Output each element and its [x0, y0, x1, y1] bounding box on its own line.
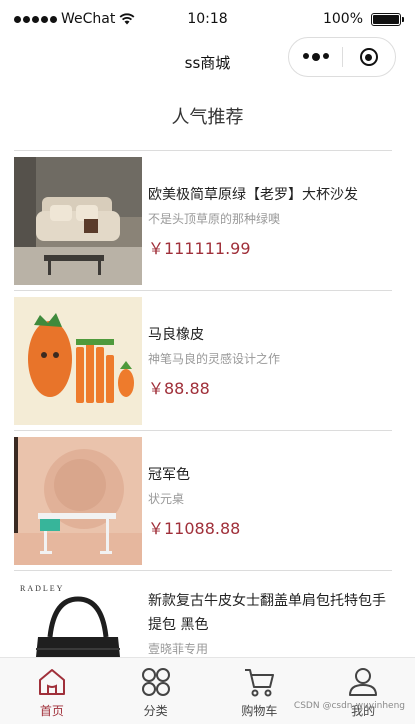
tab-cart[interactable]: 购物车 — [208, 658, 312, 724]
product-name: 欧美极简草原绿【老罗】大杯沙发 — [148, 186, 358, 203]
tab-profile[interactable]: 我的 — [311, 658, 415, 724]
battery-percent: 100% — [322, 11, 363, 27]
product-desc: 壹晓菲专用 — [148, 642, 209, 656]
tab-category[interactable]: 分类 — [104, 658, 208, 724]
status-bar: WeChat 10:18 100% — [0, 0, 415, 40]
product-price: ￥111111.99 — [148, 238, 251, 258]
tab-label: 购物车 — [241, 704, 278, 718]
product-item[interactable]: 冠军色 状元桌 ￥11088.88 — [14, 431, 392, 571]
user-icon — [349, 668, 378, 696]
tab-label: 分类 — [143, 704, 168, 718]
product-image-bag[interactable]: RADLEY — [14, 577, 142, 657]
bag-brand-text: RADLEY — [20, 584, 64, 593]
product-info: 冠军色 状元桌 ￥11088.88 — [148, 431, 392, 570]
product-item[interactable]: 欧美极简草原绿【老罗】大杯沙发 不是头顶草原的那种绿噢 ￥111111.99 — [14, 151, 392, 291]
home-icon — [38, 669, 65, 695]
product-list[interactable]: 欧美极简草原绿【老罗】大杯沙发 不是头顶草原的那种绿噢 ￥111111.99 马… — [14, 151, 392, 657]
product-price: ￥11088.88 — [148, 518, 241, 538]
product-image-sofa[interactable] — [14, 157, 142, 285]
tab-label: 首页 — [39, 704, 64, 718]
product-name: 新款复古牛皮女士翻盖单肩包托特包手提包 黑色 — [148, 593, 386, 633]
more-menu-icon[interactable] — [289, 53, 342, 61]
miniprogram-capsule — [288, 37, 396, 77]
category-icon — [141, 668, 170, 696]
product-info: 马良橡皮 神笔马良的灵感设计之作 ￥88.88 — [148, 291, 392, 430]
product-price: ￥88.88 — [148, 378, 210, 398]
product-info: 新款复古牛皮女士翻盖单肩包托特包手提包 黑色 壹晓菲专用 — [148, 571, 392, 657]
product-desc: 不是头顶草原的那种绿噢 — [148, 211, 281, 226]
tab-bar: 首页 分类 购物车 我的 — [0, 657, 415, 724]
section-title: 人气推荐 — [171, 107, 244, 128]
product-name: 冠军色 — [148, 466, 190, 483]
close-miniprogram-button[interactable] — [343, 48, 395, 66]
product-image-eraser[interactable] — [14, 297, 142, 425]
cart-icon — [245, 669, 275, 697]
product-name: 马良橡皮 — [148, 326, 204, 343]
product-item[interactable]: RADLEY 新款复古牛皮女士翻盖单肩包托特包手提包 黑色 壹晓菲专用 — [14, 571, 392, 657]
product-desc: 状元桌 — [148, 491, 185, 506]
watermark: CSDN @csdn-wuyinheng — [293, 701, 405, 711]
product-desc: 神笔马良的灵感设计之作 — [148, 351, 281, 366]
close-target-icon — [359, 48, 378, 66]
product-info: 欧美极简草原绿【老罗】大杯沙发 不是头顶草原的那种绿噢 ￥111111.99 — [148, 151, 392, 290]
product-image-desk[interactable] — [14, 437, 142, 565]
battery-icon — [371, 12, 404, 26]
tab-home[interactable]: 首页 — [0, 658, 104, 724]
status-right: 100% — [322, 11, 404, 27]
product-item[interactable]: 马良橡皮 神笔马良的灵感设计之作 ￥88.88 — [14, 291, 392, 431]
